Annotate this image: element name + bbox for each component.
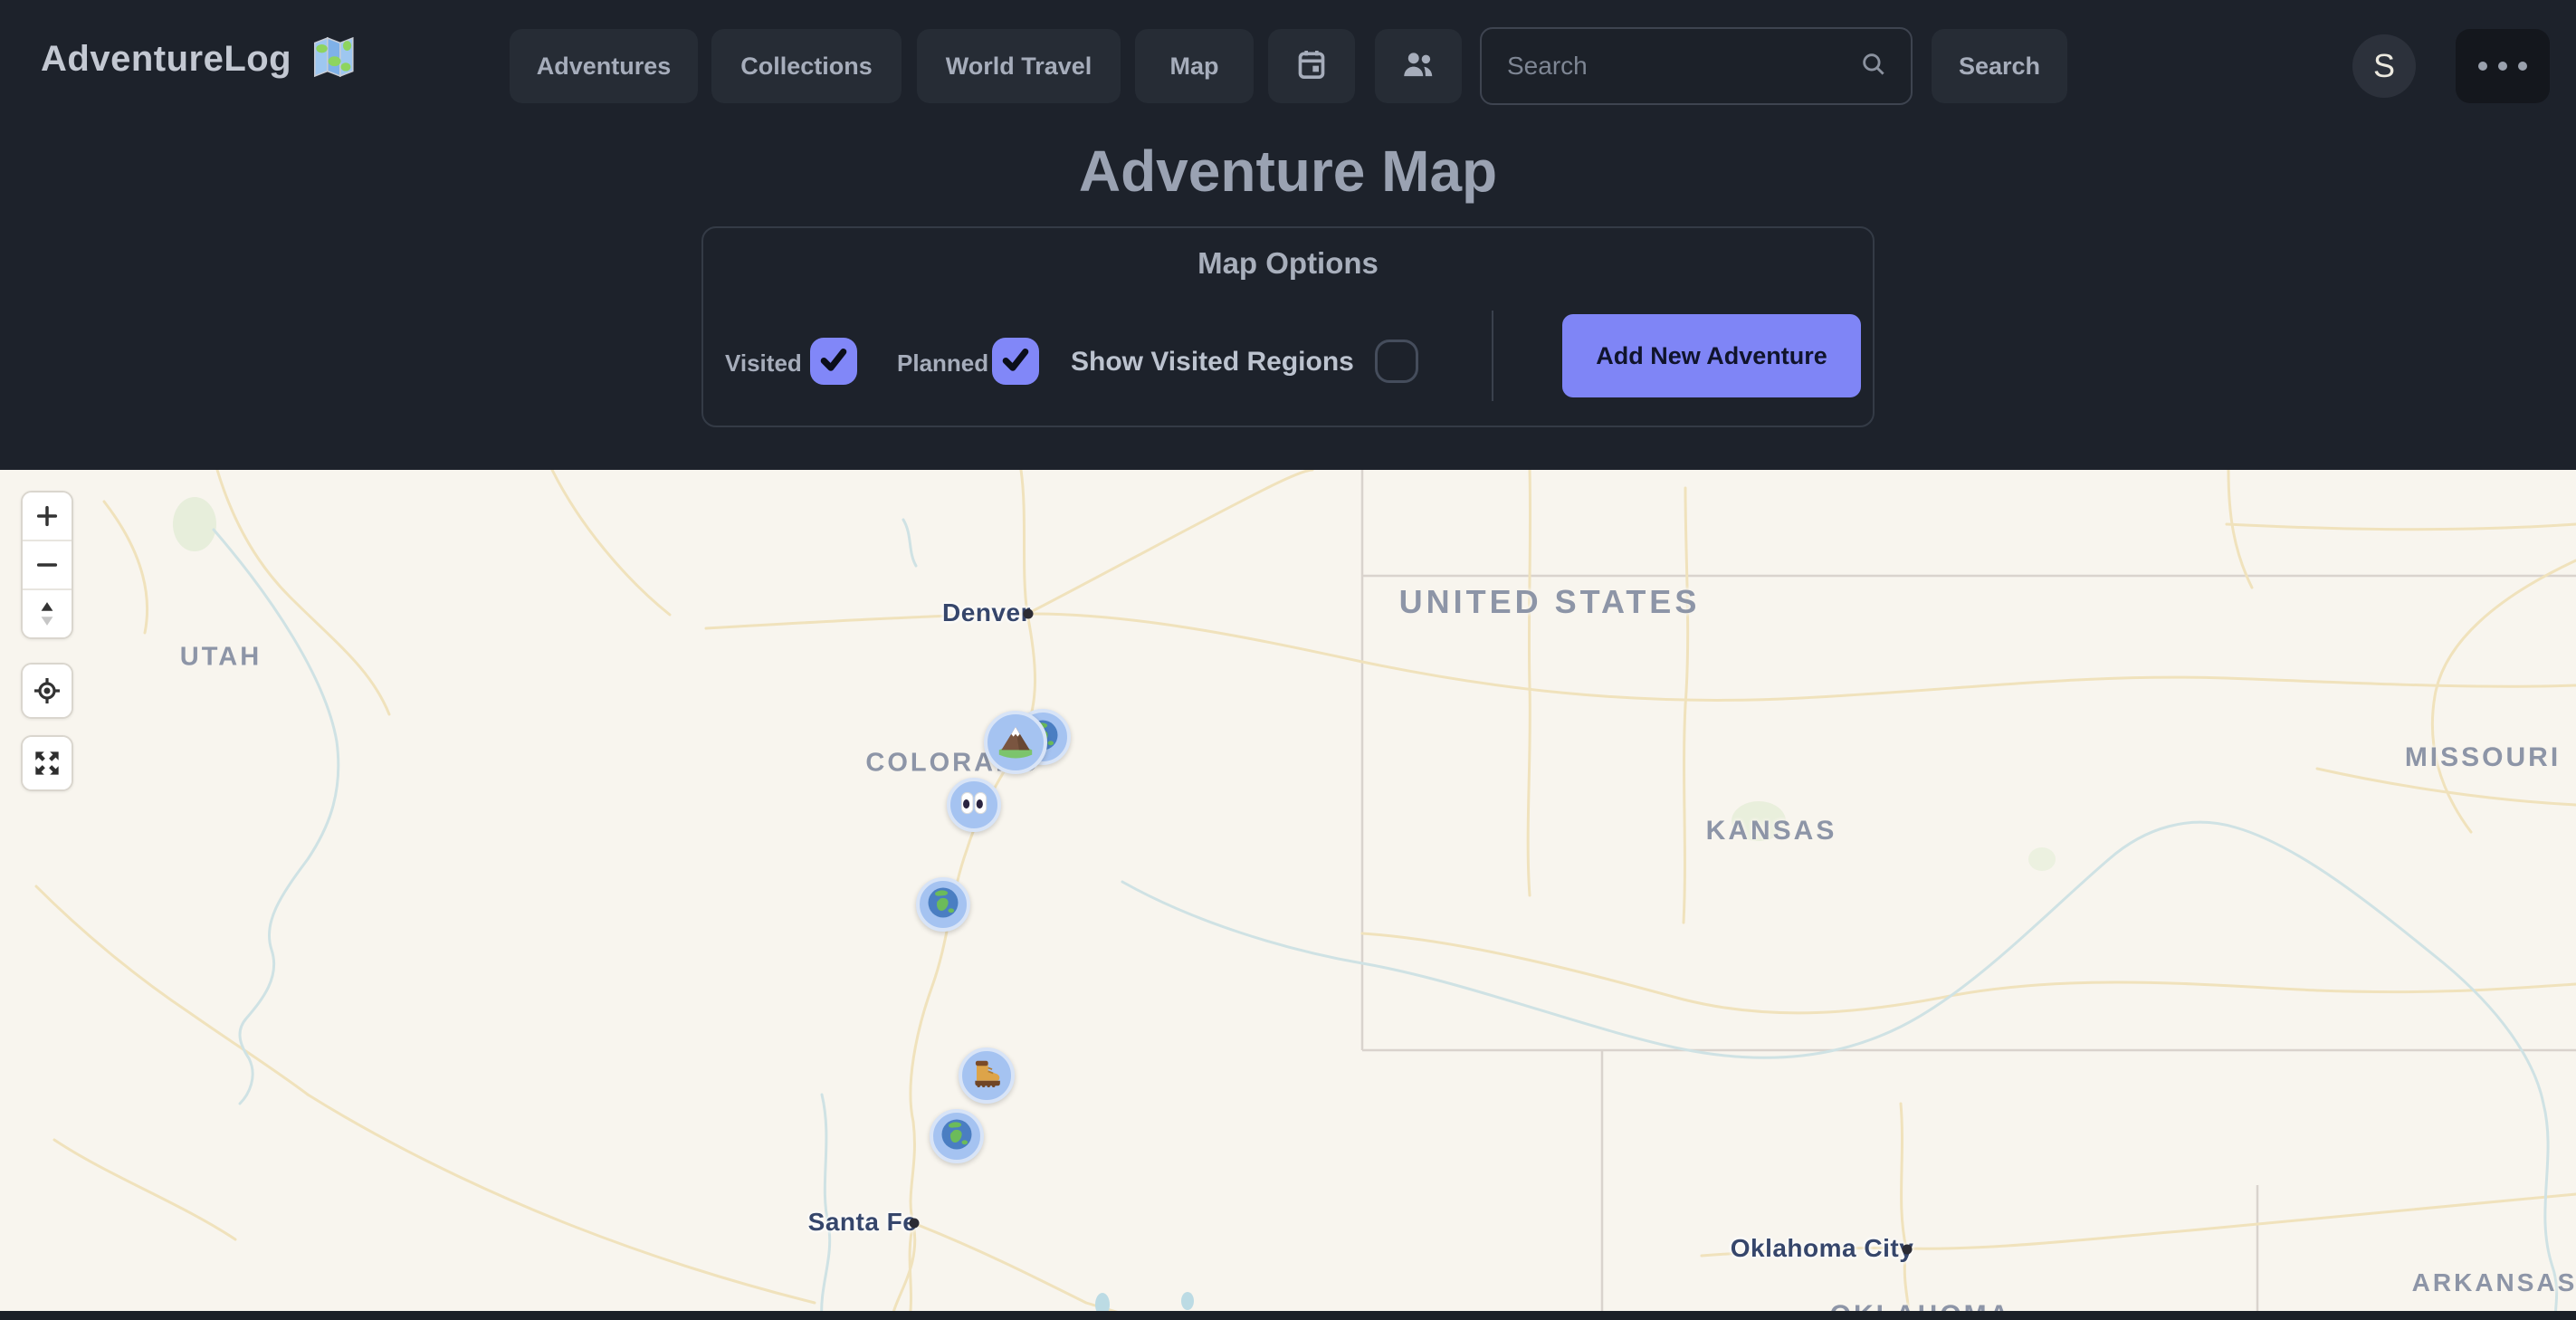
geolocate-button[interactable] [23, 665, 72, 717]
search-button-label: Search [1959, 53, 2040, 81]
check-icon [816, 341, 852, 382]
search-button[interactable]: Search [1932, 29, 2067, 103]
options-divider [1492, 311, 1493, 401]
search-field [1480, 27, 1913, 105]
label-arkansas: ARKANSAS [2412, 1268, 2576, 1297]
marker-mountain[interactable] [984, 711, 1047, 774]
denver-dot [1024, 609, 1034, 619]
eyes-emoji-icon [955, 784, 993, 827]
add-new-adventure-label: Add New Adventure [1596, 342, 1827, 370]
nav-adventures-label: Adventures [537, 53, 672, 81]
show-visited-regions-checkbox[interactable] [1375, 340, 1418, 383]
fullscreen-button[interactable] [23, 737, 72, 789]
fullscreen-control [21, 735, 73, 791]
nav-map[interactable]: Map [1135, 29, 1254, 103]
label-missouri: MISSOURI [2405, 742, 2561, 773]
label-united-states: UNITED STATES [1399, 583, 1701, 621]
geolocate-control [21, 663, 73, 719]
zoom-in-button[interactable] [23, 493, 72, 540]
label-utah: UTAH [180, 643, 262, 673]
nav-world-travel-label: World Travel [946, 53, 1092, 81]
label-denver: Denver [942, 598, 1031, 627]
show-visited-regions-label: Show Visited Regions [1071, 347, 1354, 378]
users-button[interactable] [1375, 29, 1462, 103]
search-icon [1858, 49, 1889, 84]
app-title: AdventureLog [41, 39, 291, 80]
hiking-boot-emoji-icon [967, 1054, 1007, 1098]
map-options-card: Map Options Visited Planned Show Visited… [701, 226, 1875, 427]
app-logo[interactable]: AdventureLog [41, 0, 358, 118]
label-oklahoma-city: Oklahoma City [1731, 1234, 1914, 1263]
menu-button[interactable] [2456, 29, 2550, 103]
nav-adventures[interactable]: Adventures [510, 29, 698, 103]
label-kansas: KANSAS [1706, 816, 1837, 847]
marker-eyes[interactable] [947, 778, 1001, 832]
marker-globe[interactable] [930, 1109, 984, 1163]
users-icon [1399, 45, 1437, 88]
avatar[interactable]: S [2352, 34, 2416, 98]
check-icon [997, 341, 1034, 382]
ellipsis-icon [2478, 62, 2527, 71]
bottom-bar [0, 1311, 2576, 1320]
nav-collections-label: Collections [740, 53, 873, 81]
zoom-control-group [21, 491, 73, 639]
map-emoji-icon [308, 32, 358, 87]
search-input[interactable] [1482, 52, 1858, 81]
calendar-icon [1293, 46, 1330, 87]
nav-map-label: Map [1170, 53, 1219, 81]
add-new-adventure-button[interactable]: Add New Adventure [1562, 314, 1861, 397]
oklahoma-city-dot [1903, 1245, 1913, 1255]
santa-fe-dot [910, 1219, 920, 1229]
nav-world-travel[interactable]: World Travel [917, 29, 1121, 103]
globe-emoji-icon [937, 1114, 977, 1159]
app-header: AdventureLog Adventures Collections Worl… [0, 0, 2576, 470]
pitch-toggle-button[interactable] [23, 590, 72, 637]
planned-label: Planned [897, 349, 988, 378]
page-title: Adventure Map [0, 138, 2576, 205]
nav-collections[interactable]: Collections [711, 29, 902, 103]
map-canvas[interactable]: UNITED STATES UTAH COLORADO KANSAS MISSO… [0, 470, 2576, 1320]
planned-checkbox[interactable] [992, 338, 1039, 385]
map-options-title: Map Options [703, 246, 1873, 281]
label-santa-fe: Santa Fe [808, 1208, 918, 1237]
zoom-out-button[interactable] [23, 541, 72, 588]
avatar-initial: S [2373, 47, 2395, 85]
map-terrain [0, 470, 2576, 1320]
calendar-button[interactable] [1268, 29, 1355, 103]
marker-hiking-boot[interactable] [959, 1047, 1015, 1104]
visited-label: Visited [725, 349, 802, 378]
visited-checkbox[interactable] [810, 338, 857, 385]
globe-emoji-icon [923, 883, 963, 927]
mountain-emoji-icon [992, 717, 1039, 769]
marker-globe[interactable] [916, 877, 970, 932]
